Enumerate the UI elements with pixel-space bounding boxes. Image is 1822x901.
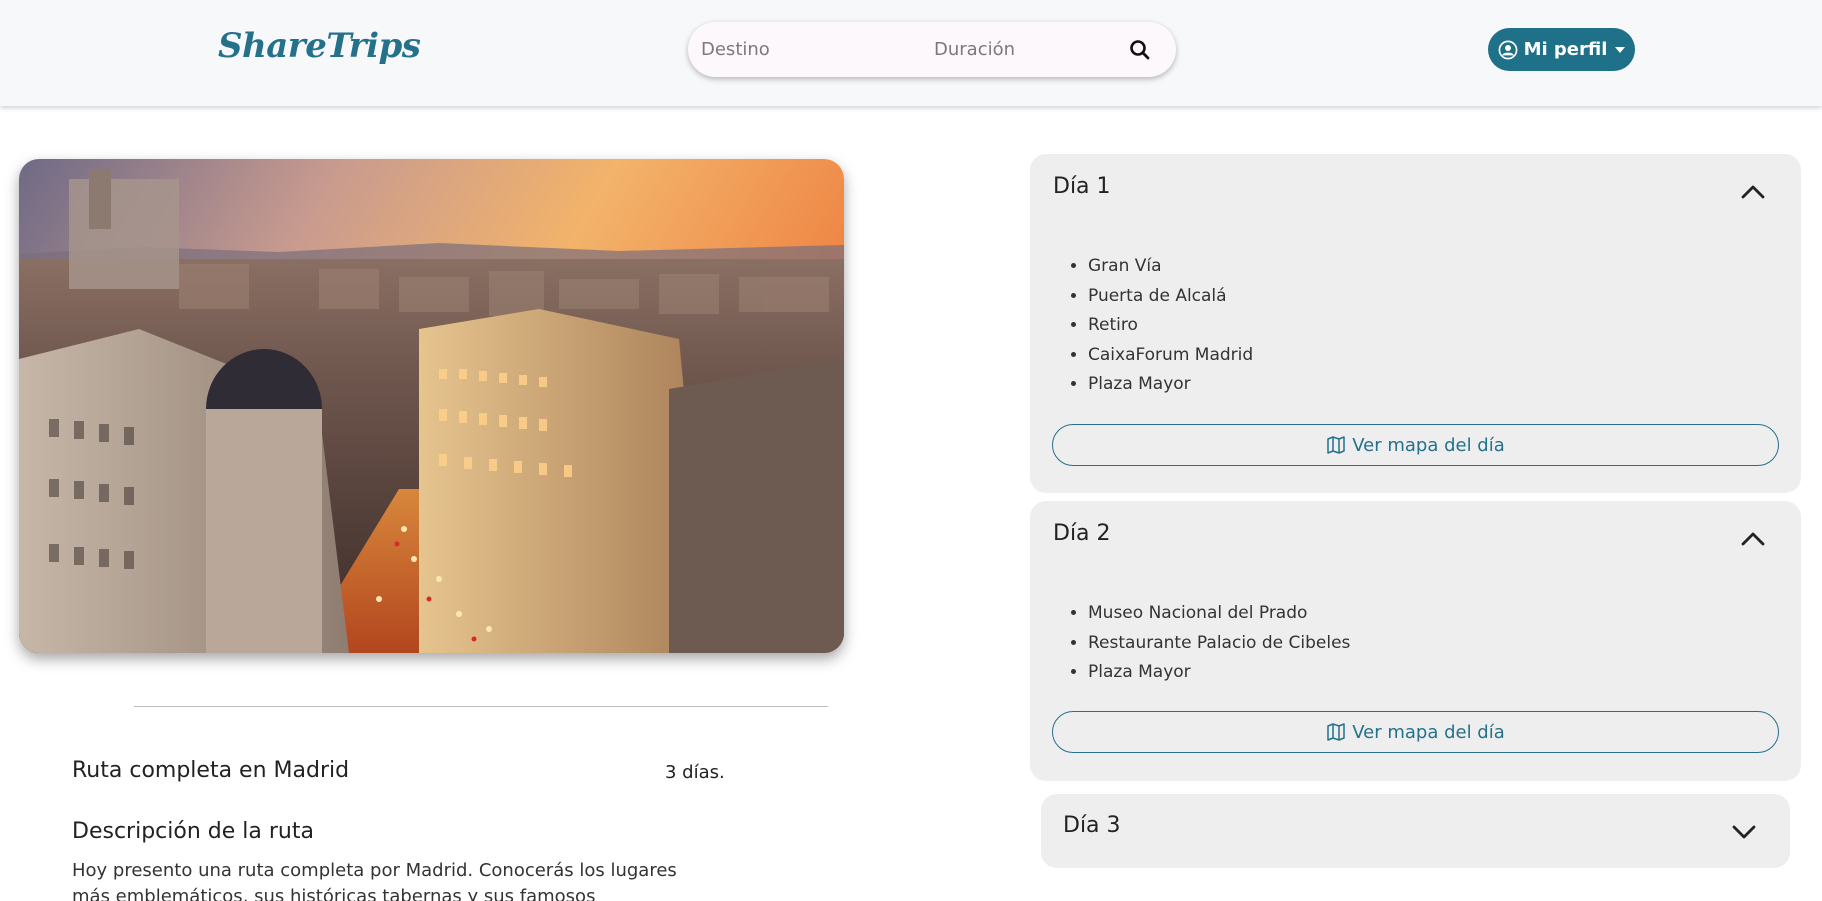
profile-label: Mi perfil xyxy=(1523,39,1608,60)
day-2-map-button[interactable]: Ver mapa del día xyxy=(1052,711,1779,753)
chevron-up-icon[interactable] xyxy=(1737,176,1769,208)
caret-down-icon xyxy=(1615,46,1626,53)
day-2-title[interactable]: Día 2 xyxy=(1053,521,1111,546)
place-item: Plaza Mayor xyxy=(1088,370,1253,400)
place-item: Gran Vía xyxy=(1088,252,1253,282)
search-bar xyxy=(688,22,1176,77)
day-1-map-label: Ver mapa del día xyxy=(1352,434,1505,456)
chevron-up-icon[interactable] xyxy=(1737,523,1769,555)
search-icon xyxy=(1130,40,1150,60)
destination-input[interactable] xyxy=(701,22,911,77)
navbar: ShareTrips Mi perfil xyxy=(0,0,1822,106)
place-item: Plaza Mayor xyxy=(1088,658,1350,688)
chevron-down-icon[interactable] xyxy=(1728,816,1760,848)
day-2-places: Museo Nacional del Prado Restaurante Pal… xyxy=(1088,599,1350,688)
day-1-places: Gran Vía Puerta de Alcalá Retiro CaixaFo… xyxy=(1088,252,1253,400)
place-item: Restaurante Palacio de Cibeles xyxy=(1088,629,1350,659)
day-2-panel: Día 2 Museo Nacional del Prado Restauran… xyxy=(1030,501,1801,781)
duration-input[interactable] xyxy=(934,22,1114,77)
divider xyxy=(134,706,828,707)
day-1-map-button[interactable]: Ver mapa del día xyxy=(1052,424,1779,466)
day-3-title[interactable]: Día 3 xyxy=(1063,813,1121,838)
user-circle-icon xyxy=(1498,40,1518,59)
place-item: Puerta de Alcalá xyxy=(1088,282,1253,312)
route-title: Ruta completa en Madrid xyxy=(72,758,350,783)
day-2-map-label: Ver mapa del día xyxy=(1352,721,1505,743)
route-description: Hoy presento una ruta completa por Madri… xyxy=(72,860,677,901)
place-item: CaixaForum Madrid xyxy=(1088,341,1253,371)
map-icon xyxy=(1327,723,1345,741)
day-1-panel: Día 1 Gran Vía Puerta de Alcalá Retiro C… xyxy=(1030,154,1801,493)
day-3-panel[interactable]: Día 3 xyxy=(1041,794,1790,868)
map-icon xyxy=(1327,436,1345,454)
search-button[interactable] xyxy=(1124,34,1156,66)
route-cover-image xyxy=(19,159,844,653)
day-1-title[interactable]: Día 1 xyxy=(1053,174,1111,199)
place-item: Museo Nacional del Prado xyxy=(1088,599,1350,629)
place-item: Retiro xyxy=(1088,311,1253,341)
route-duration: 3 días. xyxy=(665,762,725,783)
logo[interactable]: ShareTrips xyxy=(218,26,421,66)
profile-menu-button[interactable]: Mi perfil xyxy=(1488,28,1635,71)
description-heading: Descripción de la ruta xyxy=(72,819,314,844)
